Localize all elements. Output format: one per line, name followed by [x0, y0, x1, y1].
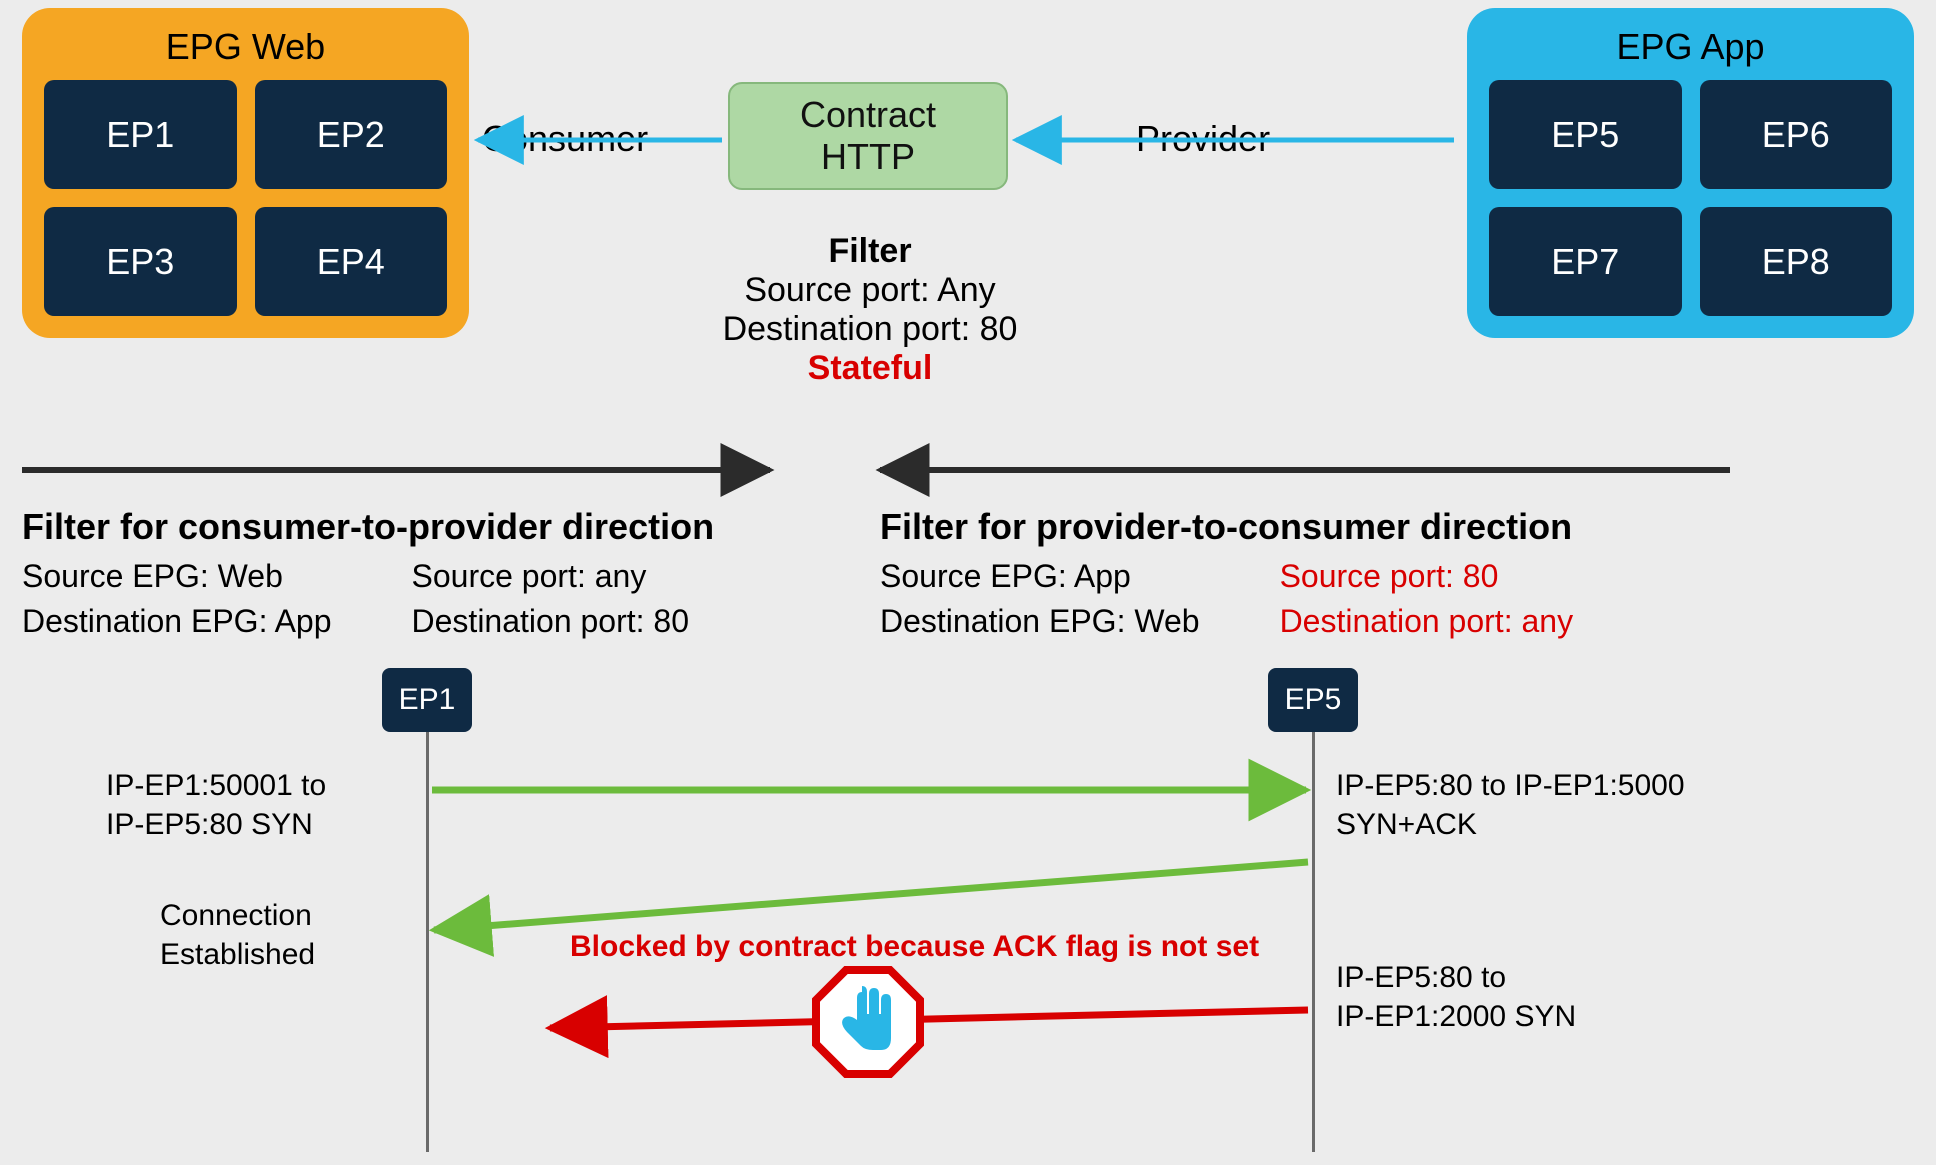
- provider-dest-port: Destination port: any: [1280, 599, 1574, 644]
- endpoint-ep5: EP5: [1489, 80, 1682, 189]
- consumer-filter-title: Filter for consumer-to-provider directio…: [22, 506, 782, 548]
- provider-filter-section: Filter for provider-to-consumer directio…: [880, 506, 1700, 644]
- epg-app-title: EPG App: [1489, 26, 1892, 68]
- endpoint-ep1: EP1: [44, 80, 237, 189]
- provider-dest-epg: Destination EPG: Web: [880, 599, 1200, 644]
- arrow-synack: [434, 862, 1308, 930]
- epg-app-group: EPG App EP5 EP6 EP7 EP8: [1467, 8, 1914, 338]
- arrow-blocked: [550, 1010, 1308, 1028]
- lifeline-ep1: [426, 732, 429, 1152]
- provider-label: Provider: [1136, 118, 1270, 160]
- epg-web-group: EPG Web EP1 EP2 EP3 EP4: [22, 8, 469, 338]
- provider-filter-title: Filter for provider-to-consumer directio…: [880, 506, 1700, 548]
- contract-protocol: HTTP: [821, 136, 915, 178]
- endpoint-ep3: EP3: [44, 207, 237, 316]
- consumer-filter-section: Filter for consumer-to-provider directio…: [22, 506, 782, 644]
- contract-name: Contract: [800, 94, 936, 136]
- consumer-dest-port: Destination port: 80: [412, 599, 690, 644]
- contract-box: Contract HTTP: [728, 82, 1008, 190]
- endpoint-ep2: EP2: [255, 80, 448, 189]
- filter-title: Filter: [660, 232, 1080, 271]
- endpoint-ep6: EP6: [1700, 80, 1893, 189]
- consumer-dest-epg: Destination EPG: App: [22, 599, 332, 644]
- consumer-source-epg: Source EPG: Web: [22, 554, 332, 599]
- filter-block: Filter Source port: Any Destination port…: [660, 232, 1080, 388]
- filter-source-port: Source port: Any: [660, 271, 1080, 310]
- consumer-source-port: Source port: any: [412, 554, 690, 599]
- flow-syn-label: IP-EP1:50001 to IP-EP5:80 SYN: [106, 766, 326, 844]
- epg-web-endpoints: EP1 EP2 EP3 EP4: [44, 80, 447, 316]
- filter-stateful: Stateful: [660, 349, 1080, 388]
- sequence-node-ep5: EP5: [1268, 668, 1358, 732]
- provider-source-port: Source port: 80: [1280, 554, 1574, 599]
- epg-web-title: EPG Web: [44, 26, 447, 68]
- provider-source-epg: Source EPG: App: [880, 554, 1200, 599]
- flow-established-label: Connection Established: [160, 896, 315, 974]
- endpoint-ep7: EP7: [1489, 207, 1682, 316]
- stop-icon: [816, 970, 920, 1074]
- flow-blocked-syn-label: IP-EP5:80 to IP-EP1:2000 SYN: [1336, 958, 1576, 1036]
- flow-synack-label: IP-EP5:80 to IP-EP1:5000 SYN+ACK: [1336, 766, 1685, 844]
- sequence-node-ep1: EP1: [382, 668, 472, 732]
- blocked-message: Blocked by contract because ACK flag is …: [570, 930, 1259, 964]
- endpoint-ep4: EP4: [255, 207, 448, 316]
- consumer-label: Consumer: [482, 118, 648, 160]
- endpoint-ep8: EP8: [1700, 207, 1893, 316]
- filter-dest-port: Destination port: 80: [660, 310, 1080, 349]
- epg-app-endpoints: EP5 EP6 EP7 EP8: [1489, 80, 1892, 316]
- lifeline-ep5: [1312, 732, 1315, 1152]
